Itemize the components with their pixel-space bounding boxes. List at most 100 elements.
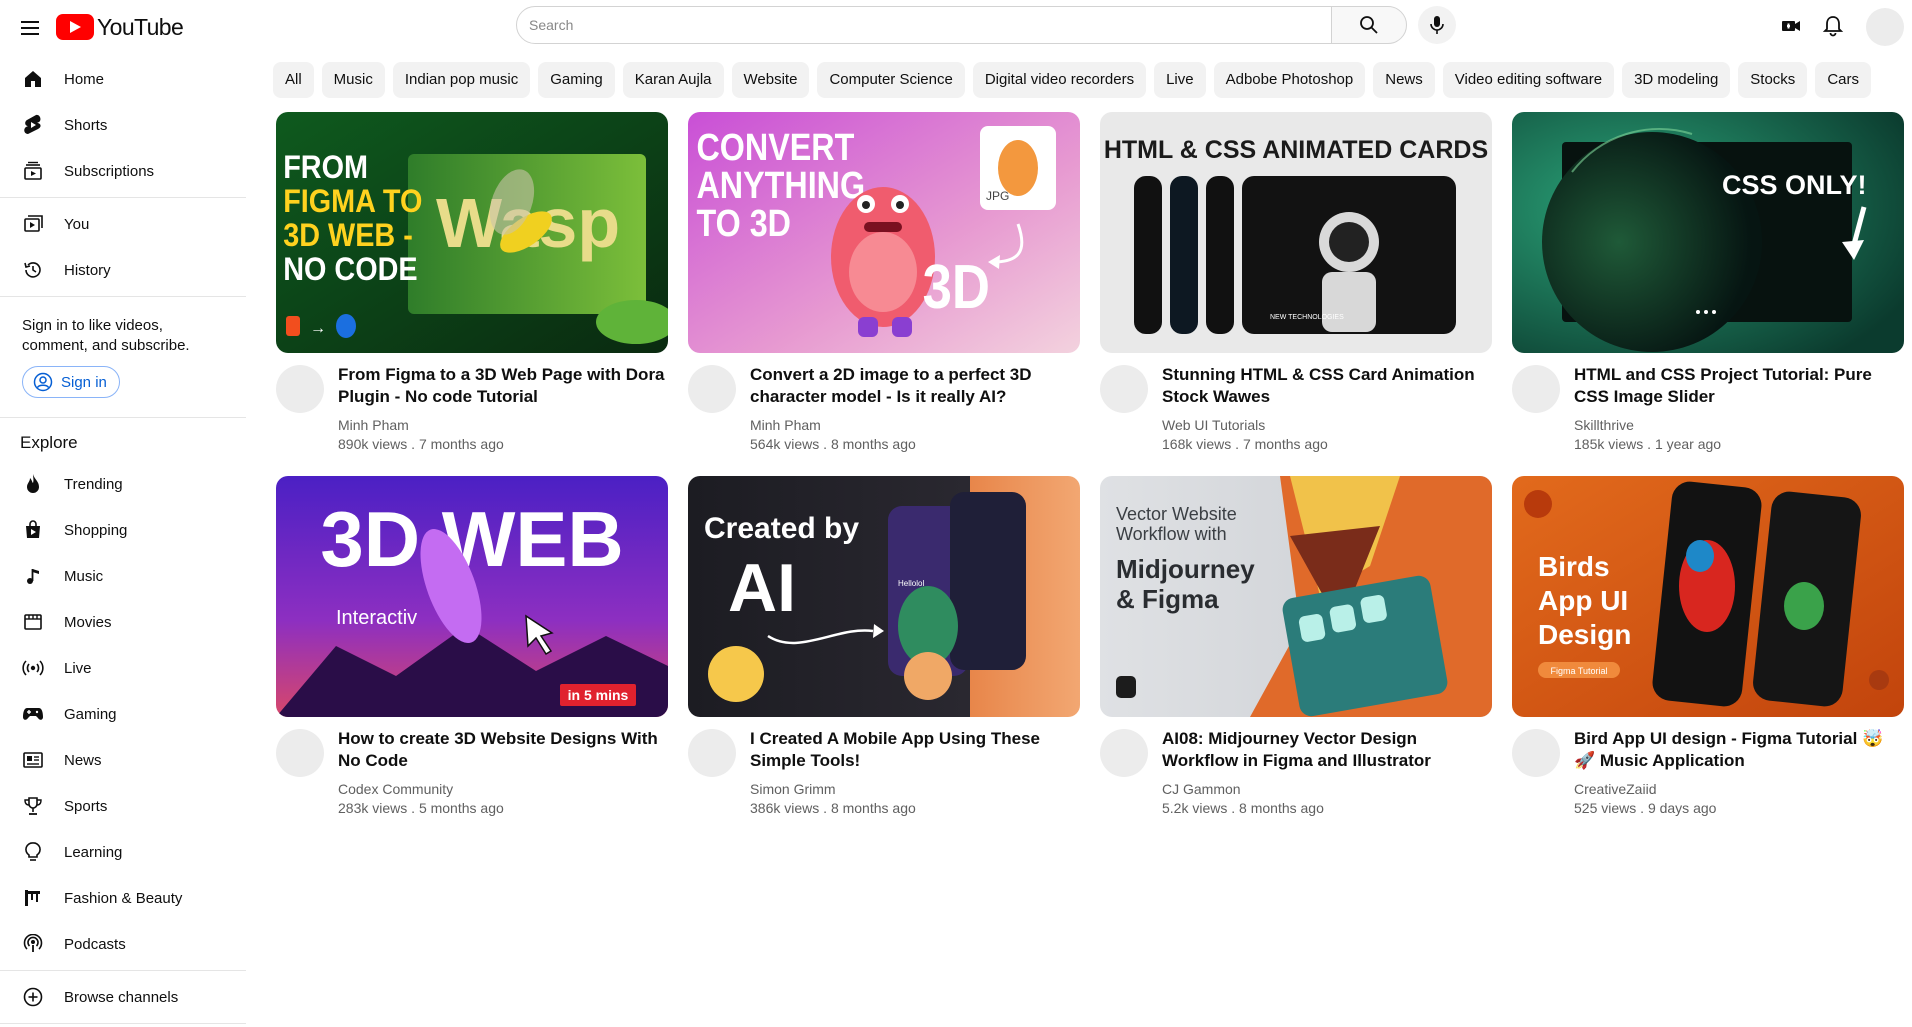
sidebar-item-learning[interactable]: Learning — [0, 829, 246, 875]
chip-gaming[interactable]: Gaming — [538, 62, 615, 98]
add-circle-icon — [20, 984, 46, 1010]
video-title[interactable]: Convert a 2D image to a perfect 3D chara… — [750, 364, 1080, 408]
video-title[interactable]: Stunning HTML & CSS Card Animation Stock… — [1162, 364, 1492, 408]
sidebar-item-music[interactable]: Music — [0, 553, 246, 599]
video-thumbnail[interactable]: Birds App UI Design Figma Tutorial — [1512, 476, 1904, 717]
channel-name[interactable]: Codex Community — [338, 781, 453, 797]
video-title[interactable]: AI08: Midjourney Vector Design Workflow … — [1162, 728, 1492, 772]
upload-age: 8 months ago — [1239, 800, 1324, 816]
channel-name[interactable]: CJ Gammon — [1162, 781, 1241, 797]
video-thumbnail[interactable]: Vector Website Workflow with Midjourney … — [1100, 476, 1492, 717]
channel-avatar[interactable] — [1512, 729, 1560, 777]
view-count: 890k views — [338, 436, 408, 452]
sidebar-item-history[interactable]: History — [0, 247, 246, 293]
home-icon — [20, 66, 46, 92]
sign-in-button[interactable]: Sign in — [22, 366, 120, 398]
video-thumbnail[interactable]: CSS ONLY! — [1512, 112, 1904, 353]
search-button[interactable] — [1331, 6, 1407, 44]
chip-music[interactable]: Music — [321, 62, 385, 98]
view-count: 5.2k views — [1162, 800, 1228, 816]
video-title[interactable]: HTML and CSS Project Tutorial: Pure CSS … — [1574, 364, 1904, 408]
thumb-headline: AI — [728, 550, 796, 626]
video-title[interactable]: Bird App UI design - Figma Tutorial 🤯 🚀 … — [1574, 728, 1904, 772]
signin-prompt: Sign in to like videos, comment, and sub… — [0, 300, 246, 414]
channel-avatar[interactable] — [1100, 365, 1148, 413]
sidebar-item-live[interactable]: Live — [0, 645, 246, 691]
sidebar-item-movies[interactable]: Movies — [0, 599, 246, 645]
thumb-headline: FROM — [283, 150, 368, 186]
view-count: 564k views — [750, 436, 820, 452]
channel-avatar[interactable] — [276, 729, 324, 777]
chip-karan-aujla[interactable]: Karan Aujla — [622, 62, 724, 98]
chip-website[interactable]: Website — [731, 62, 810, 98]
chip-digital-video-recorders[interactable]: Digital video recorders — [972, 62, 1147, 98]
channel-avatar[interactable] — [276, 365, 324, 413]
video-thumbnail[interactable]: 3D WEB Interactiv in 5 mins — [276, 476, 668, 717]
channel-avatar[interactable] — [1512, 365, 1560, 413]
channel-name[interactable]: Minh Pham — [750, 417, 821, 433]
view-count: 283k views — [338, 800, 408, 816]
video-thumbnail[interactable]: HTML & CSS ANIMATED CARDS NEW TECHNOLOGI… — [1100, 112, 1492, 353]
sidebar-item-browse-channels[interactable]: Browse channels — [0, 974, 246, 1020]
trending-icon — [20, 471, 46, 497]
sidebar-divider — [0, 417, 246, 418]
video-title[interactable]: How to create 3D Website Designs With No… — [338, 728, 668, 772]
youtube-play-icon — [56, 14, 94, 40]
sidebar-item-trending[interactable]: Trending — [0, 461, 246, 507]
sidebar-item-sports[interactable]: Sports — [0, 783, 246, 829]
sidebar-item-gaming[interactable]: Gaming — [0, 691, 246, 737]
thumb-headline: & Figma — [1116, 584, 1219, 614]
channel-avatar[interactable] — [688, 729, 736, 777]
sidebar-item-subscriptions[interactable]: Subscriptions — [0, 148, 246, 194]
sidebar-item-news[interactable]: News — [0, 737, 246, 783]
sidebar-item-you[interactable]: You — [0, 201, 246, 247]
chip-cars[interactable]: Cars — [1815, 62, 1871, 98]
shopping-icon — [20, 517, 46, 543]
sidebar-item-podcasts[interactable]: Podcasts — [0, 921, 246, 967]
search-input[interactable] — [517, 7, 1331, 43]
voice-search-button[interactable] — [1418, 6, 1456, 44]
microphone-icon — [1430, 16, 1444, 34]
sidebar-item-label: Sports — [64, 797, 108, 815]
chip-video-editing-software[interactable]: Video editing software — [1442, 62, 1615, 98]
channel-name[interactable]: CreativeZaiid — [1574, 781, 1656, 797]
search-box[interactable] — [516, 6, 1332, 44]
sidebar-item-home[interactable]: Home — [0, 56, 246, 102]
thumb-overlay-text: in 5 mins — [568, 687, 629, 703]
menu-icon[interactable] — [16, 14, 44, 42]
create-button[interactable] — [1777, 12, 1805, 40]
chip-adobe-photoshop[interactable]: Adbobe Photoshop — [1213, 62, 1366, 98]
thumb-headline: NO CODE — [283, 252, 417, 288]
channel-name[interactable]: Web UI Tutorials — [1162, 417, 1265, 433]
video-title[interactable]: From Figma to a 3D Web Page with Dora Pl… — [338, 364, 668, 408]
sidebar-item-label: Learning — [64, 843, 123, 861]
video-thumbnail[interactable]: Created by AI Hellolol — [688, 476, 1080, 717]
sidebar-item-label: Fashion & Beauty — [64, 889, 183, 907]
thumb-headline: TO 3D — [697, 203, 791, 245]
channel-name[interactable]: Minh Pham — [338, 417, 409, 433]
video-thumbnail[interactable]: Wasp FROM FIGMA TO 3D WEB - NO CODE → — [276, 112, 668, 353]
video-thumbnail[interactable]: CONVERT ANYTHING TO 3D JPG 3D — [688, 112, 1080, 353]
sidebar-item-label: You — [64, 215, 90, 233]
channel-avatar[interactable] — [688, 365, 736, 413]
sidebar-item-fashion-beauty[interactable]: Fashion & Beauty — [0, 875, 246, 921]
channel-avatar[interactable] — [1100, 729, 1148, 777]
chip-computer-science[interactable]: Computer Science — [817, 62, 965, 98]
chip-news[interactable]: News — [1373, 62, 1435, 98]
notifications-button[interactable] — [1818, 11, 1848, 41]
sidebar-item-label: Gaming — [64, 705, 117, 723]
chip-all[interactable]: All — [273, 62, 314, 98]
channel-name[interactable]: Simon Grimm — [750, 781, 836, 797]
youtube-logo[interactable]: YouTube — [56, 12, 184, 42]
video-meta: 386k views . 8 months ago — [750, 800, 916, 816]
chip-stocks[interactable]: Stocks — [1738, 62, 1808, 98]
account-avatar[interactable] — [1866, 8, 1904, 46]
chip-live[interactable]: Live — [1154, 62, 1206, 98]
channel-name[interactable]: Skillthrive — [1574, 417, 1634, 433]
sidebar-item-shopping[interactable]: Shopping — [0, 507, 246, 553]
sidebar-item-shorts[interactable]: Shorts — [0, 102, 246, 148]
chip-indian-pop-music[interactable]: Indian pop music — [392, 62, 531, 98]
account-circle-icon — [33, 372, 53, 392]
chip-3d-modeling[interactable]: 3D modeling — [1622, 62, 1731, 98]
video-title[interactable]: I Created A Mobile App Using These Simpl… — [750, 728, 1080, 772]
